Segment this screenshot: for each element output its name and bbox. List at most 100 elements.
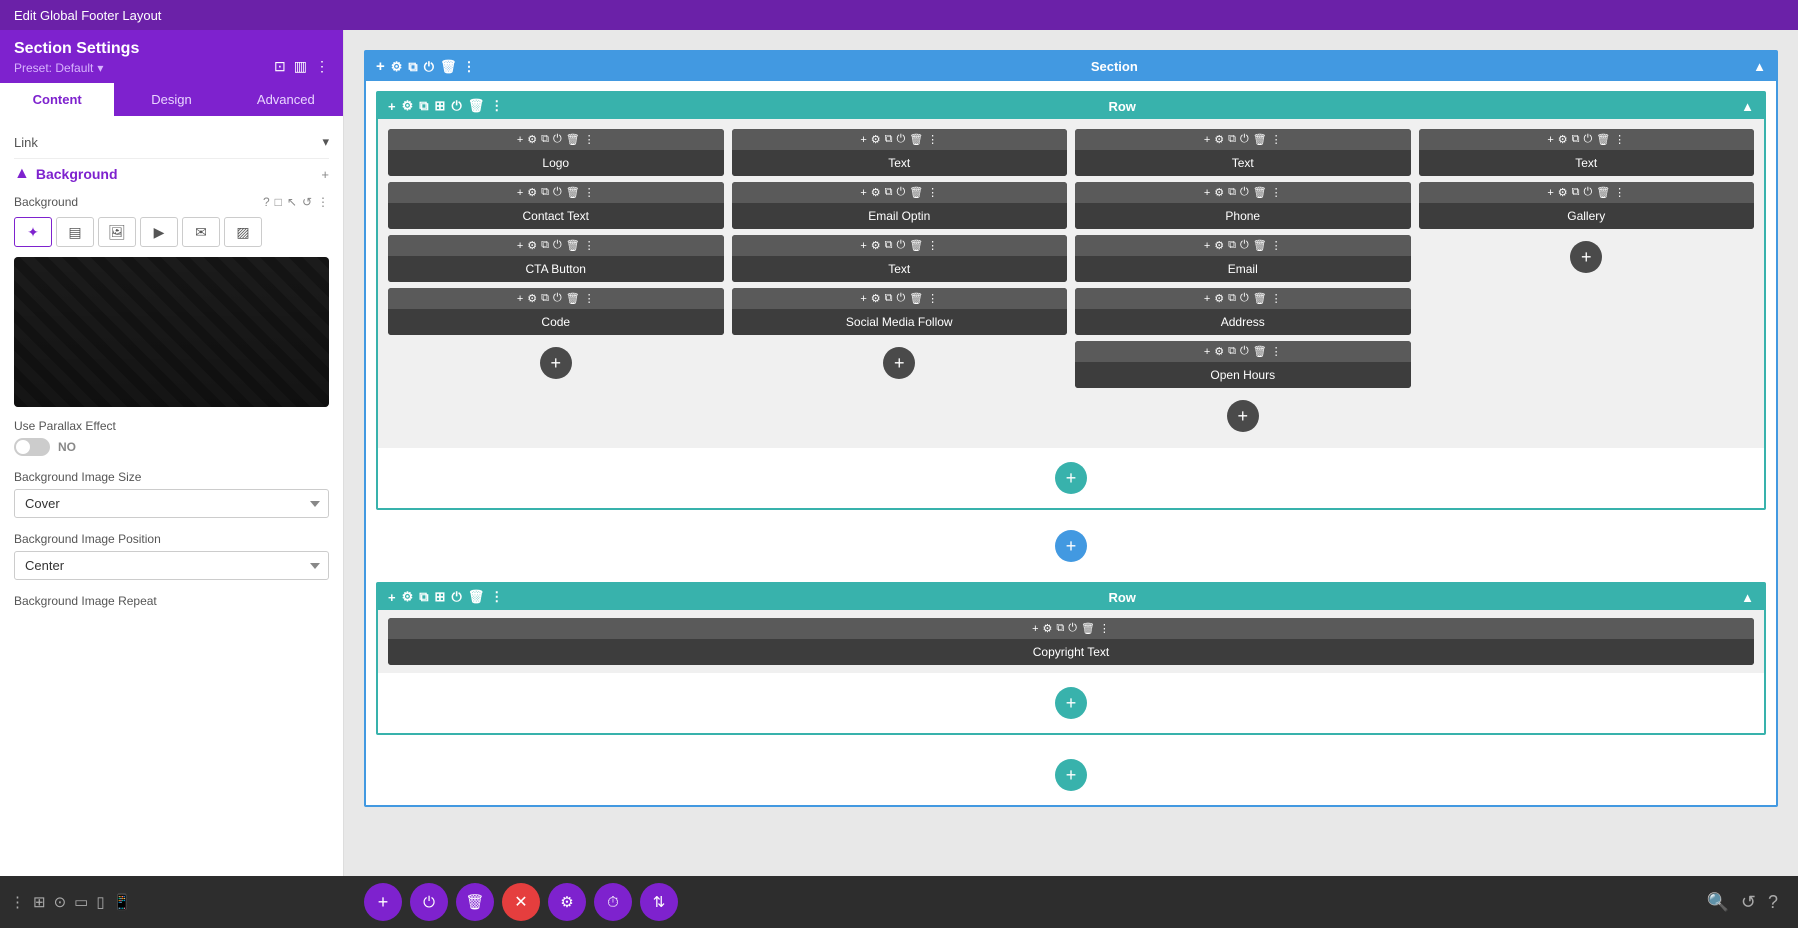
mod-gal-gear[interactable]: ⚙ [1558,186,1568,199]
sidebar-icon-1[interactable]: ⊡ [274,58,286,75]
mod-ph-copy[interactable]: ⧉ [1228,186,1236,199]
section-add-icon[interactable]: + [376,58,385,75]
mod-em-more[interactable]: ⋮ [1271,239,1282,252]
undo-icon[interactable]: ↺ [1741,892,1756,913]
mod-eo-copy[interactable]: ⧉ [885,186,893,199]
row1-delete-icon[interactable]: 🗑 [468,98,485,114]
bg-type-pattern[interactable]: ✉ [182,217,220,247]
row2-power-icon[interactable]: ⏻ [451,589,461,605]
mod-ph-power[interactable]: ⏻ [1240,186,1249,199]
mod-smf-del[interactable]: 🗑 [909,292,923,305]
mod-copy-power[interactable]: ⏻ [1068,622,1077,635]
search-device-icon[interactable]: ⊙ [54,893,67,911]
mod-oh-more[interactable]: ⋮ [1271,345,1282,358]
mod-ph-add[interactable]: + [1204,187,1210,199]
mod-copy-more[interactable]: ⋮ [1099,622,1110,635]
row1-gear-icon[interactable]: ⚙ [402,98,414,114]
col-2-add-button[interactable]: + [883,347,915,379]
bg-type-video[interactable]: ▶ [140,217,178,247]
more-dots-icon[interactable]: ⋮ [10,893,25,911]
canvas-add-button[interactable]: + [364,883,402,921]
mobile-icon[interactable]: 📱 [113,893,132,911]
canvas-close-button[interactable]: ✕ [502,883,540,921]
mod-t1-more[interactable]: ⋮ [927,133,938,146]
mod-t4-more[interactable]: ⋮ [1614,133,1625,146]
bg-position-select[interactable]: Center Top Bottom Left Right [14,551,329,580]
row2-copy-icon[interactable]: ⧉ [419,589,428,605]
mod-ct-power[interactable]: ⏻ [553,186,562,199]
mod-cta-del[interactable]: 🗑 [566,239,580,252]
section-delete-icon[interactable]: 🗑 [440,59,457,75]
mod-addr-power[interactable]: ⏻ [1240,292,1249,305]
parallax-toggle[interactable] [14,438,50,456]
mod-copy-del[interactable]: 🗑 [1081,622,1095,635]
mod-t1-del[interactable]: 🗑 [909,133,923,146]
mod-t2-add[interactable]: + [860,240,866,252]
mod-logo-power[interactable]: ⏻ [553,133,562,146]
mod-em-power[interactable]: ⏻ [1240,239,1249,252]
mod-addr-del[interactable]: 🗑 [1253,292,1267,305]
mod-em-del[interactable]: 🗑 [1253,239,1267,252]
mod-logo-add[interactable]: + [517,134,523,146]
sidebar-icon-3[interactable]: ⋮ [315,58,329,75]
mod-t2-more[interactable]: ⋮ [927,239,938,252]
bg-more-icon[interactable]: ⋮ [317,195,329,209]
bg-toggle-icon[interactable]: □ [275,195,282,209]
mod-smf-more[interactable]: ⋮ [927,292,938,305]
mod-cta-gear[interactable]: ⚙ [527,239,537,252]
add-row-between-button[interactable]: + [1055,530,1087,562]
col-4-add-button[interactable]: + [1570,241,1602,273]
mod-oh-del[interactable]: 🗑 [1253,345,1267,358]
mod-em-add[interactable]: + [1204,240,1210,252]
mod-em-gear[interactable]: ⚙ [1214,239,1224,252]
row-1-add-row-button[interactable]: + [1055,462,1087,494]
row-2-add-module-button[interactable]: + [1055,687,1087,719]
mod-code-gear[interactable]: ⚙ [527,292,537,305]
mod-t1-power[interactable]: ⏻ [897,133,906,146]
mod-logo-del[interactable]: 🗑 [566,133,580,146]
mod-t1-add[interactable]: + [860,134,866,146]
row1-more-icon[interactable]: ⋮ [490,98,503,114]
mod-cta-power[interactable]: ⏻ [553,239,562,252]
col-3-add-button[interactable]: + [1227,400,1259,432]
bg-add-icon[interactable]: + [321,167,329,182]
bg-cursor-icon[interactable]: ↖ [287,195,297,209]
mod-t1-gear[interactable]: ⚙ [871,133,881,146]
mod-eo-add[interactable]: + [860,187,866,199]
mod-code-del[interactable]: 🗑 [566,292,580,305]
mod-t2-power[interactable]: ⏻ [897,239,906,252]
bg-reset-icon[interactable]: ↺ [302,195,312,209]
mod-t2-copy[interactable]: ⧉ [885,239,893,252]
col-1-add-button[interactable]: + [540,347,572,379]
mod-addr-add[interactable]: + [1204,293,1210,305]
mod-cta-more[interactable]: ⋮ [584,239,595,252]
canvas-power-button[interactable]: ⏻ [410,883,448,921]
bg-help-icon[interactable]: ? [263,195,270,209]
bg-type-gradient[interactable]: ▤ [56,217,94,247]
mod-addr-gear[interactable]: ⚙ [1214,292,1224,305]
mod-smf-copy[interactable]: ⧉ [885,292,893,305]
mod-ph-more[interactable]: ⋮ [1271,186,1282,199]
mod-cta-copy[interactable]: ⧉ [541,239,549,252]
mod-ct-gear[interactable]: ⚙ [527,186,537,199]
row1-add-icon[interactable]: + [388,99,396,114]
row-2-collapse-icon[interactable]: ▲ [1741,590,1754,605]
desktop-icon[interactable]: ▭ [74,893,88,911]
section-collapse-icon[interactable]: ▲ [1753,59,1766,74]
sidebar-icon-2[interactable]: ▥ [294,58,307,75]
mod-t4-del[interactable]: 🗑 [1596,133,1610,146]
mod-t3-copy[interactable]: ⧉ [1228,133,1236,146]
mod-oh-add[interactable]: + [1204,346,1210,358]
mod-cta-add[interactable]: + [517,240,523,252]
bg-type-image[interactable]: 🖼 [98,217,136,247]
mod-eo-more[interactable]: ⋮ [927,186,938,199]
bg-type-mask[interactable]: ▨ [224,217,262,247]
mod-logo-more[interactable]: ⋮ [584,133,595,146]
mod-oh-copy[interactable]: ⧉ [1228,345,1236,358]
row2-more-icon[interactable]: ⋮ [490,589,503,605]
mod-ct-del[interactable]: 🗑 [566,186,580,199]
mod-ph-del[interactable]: 🗑 [1253,186,1267,199]
section-power-icon[interactable]: ⏻ [424,59,434,75]
row-1-collapse-icon[interactable]: ▲ [1741,99,1754,114]
mod-smf-power[interactable]: ⏻ [897,292,906,305]
